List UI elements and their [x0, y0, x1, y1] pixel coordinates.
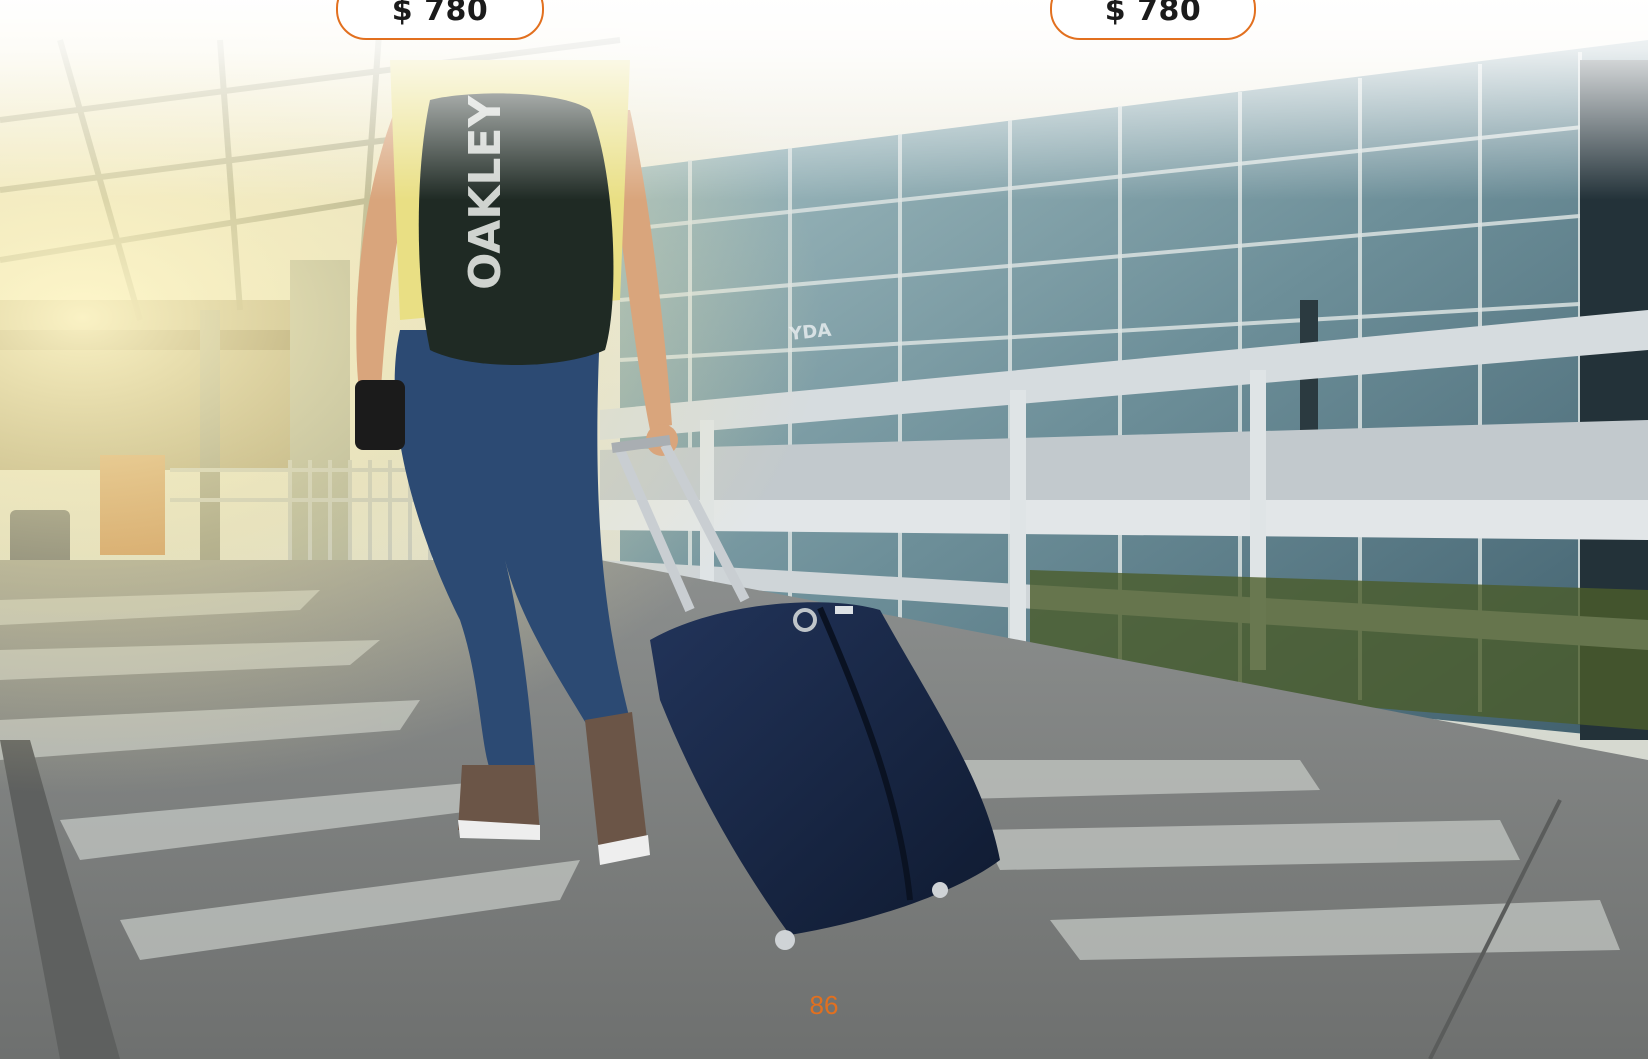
price-left-value: $ 780 [391, 0, 489, 28]
page-number: 86 [809, 990, 839, 1020]
svg-text:YDA: YDA [787, 320, 832, 345]
price-tag-left: $ 780 [336, 0, 544, 40]
svg-text:OAKLEY: OAKLEY [460, 95, 511, 290]
price-tag-right: $ 780 [1050, 0, 1256, 40]
brochure-page: OAKLEY YDA $ 780 $ 780 86 [0, 0, 1648, 1059]
price-right-value: $ 780 [1104, 0, 1202, 28]
airport-traveler-photo: OAKLEY YDA [0, 0, 1648, 1059]
